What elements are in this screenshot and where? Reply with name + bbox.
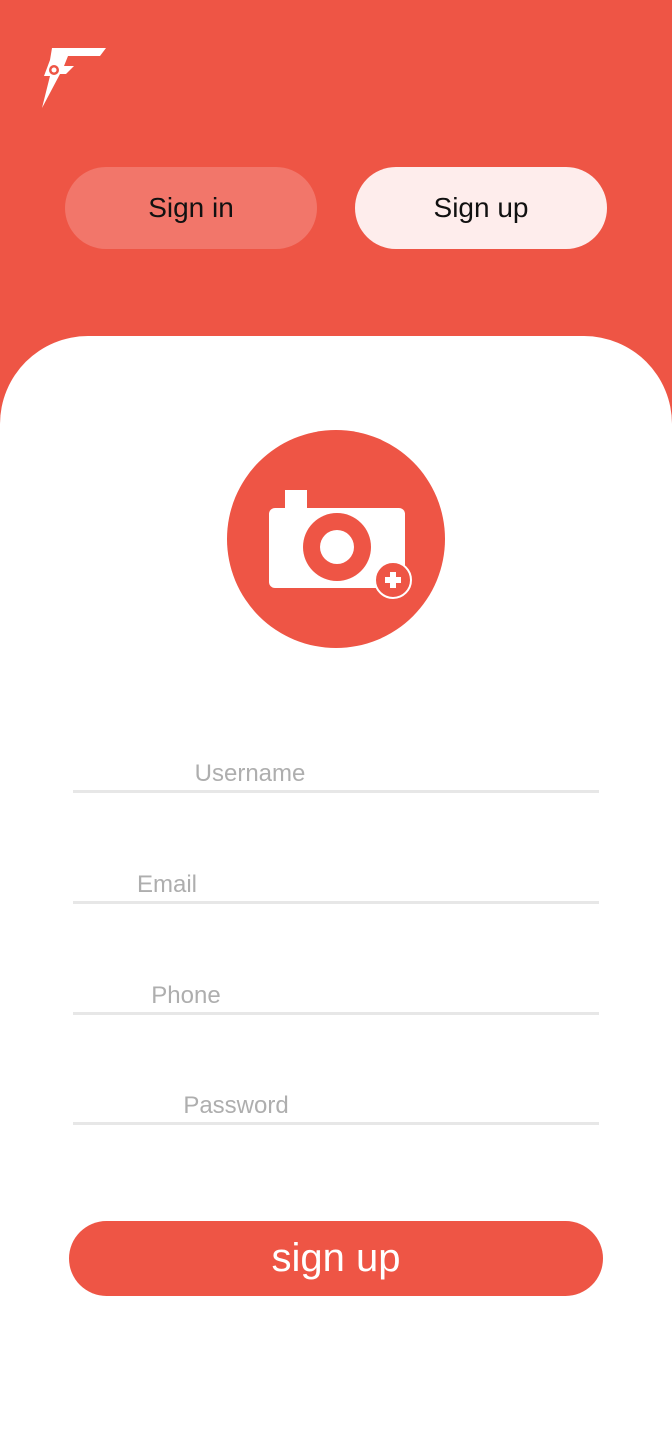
tab-sign-up-label: Sign up (433, 192, 529, 223)
tab-sign-in-label: Sign in (148, 192, 234, 223)
username-input[interactable] (73, 740, 599, 790)
phone-field (73, 962, 599, 1015)
phone-input[interactable] (73, 962, 599, 1012)
sign-up-submit-button[interactable]: sign up (69, 1221, 603, 1296)
lightning-f-logo-icon (42, 48, 106, 108)
password-field (73, 1072, 599, 1125)
tab-sign-up[interactable]: Sign up (355, 167, 607, 249)
username-field (73, 740, 599, 793)
profile-photo-upload-button[interactable] (227, 430, 445, 648)
email-input[interactable] (73, 851, 599, 901)
camera-add-icon (269, 490, 412, 599)
sign-up-submit-label: sign up (271, 1236, 401, 1280)
email-field (73, 851, 599, 904)
password-input[interactable] (73, 1072, 599, 1122)
tab-sign-in[interactable]: Sign in (65, 167, 317, 249)
